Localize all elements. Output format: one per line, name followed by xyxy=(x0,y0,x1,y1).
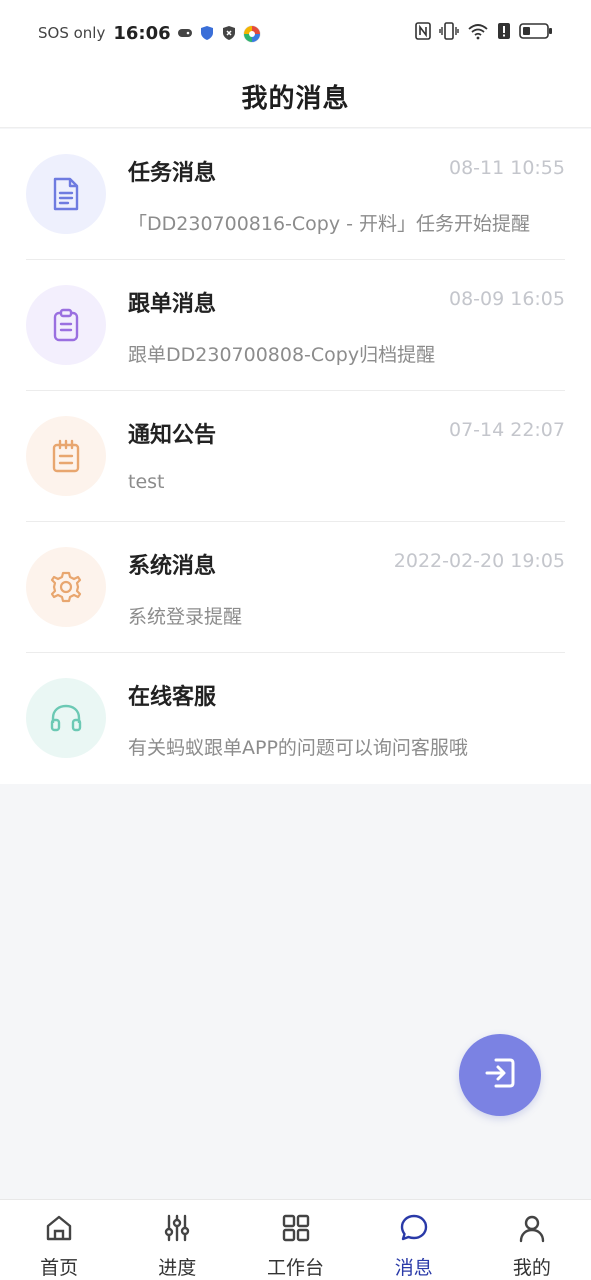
clipboard-icon xyxy=(26,285,106,365)
user-icon xyxy=(517,1213,547,1247)
battery-icon xyxy=(519,22,553,44)
message-item-announcement[interactable]: 通知公告 07-14 22:07 test xyxy=(26,391,565,522)
tab-workbench[interactable]: 工作台 xyxy=(236,1200,354,1280)
nfc-icon xyxy=(415,22,431,44)
carrier-text: SOS only xyxy=(38,24,106,42)
status-left: SOS only 16:06 xyxy=(38,22,261,44)
exit-fab-button[interactable] xyxy=(459,1034,541,1116)
sliders-icon xyxy=(162,1213,192,1247)
tab-label: 进度 xyxy=(158,1257,197,1279)
app-screen: SOS only 16:06 我的消息 任务消息 08-11 10:55 「DD… xyxy=(0,0,591,1280)
message-time: 07-14 22:07 xyxy=(448,419,565,441)
exit-icon xyxy=(482,1055,518,1095)
tab-messages[interactable]: 消息 xyxy=(355,1200,473,1280)
message-item-order-tracking[interactable]: 跟单消息 08-09 16:05 跟单DD230700808-Copy归档提醒 xyxy=(26,260,565,391)
bottom-tab-bar: 首页 进度 工作台 消息 我的 xyxy=(0,1199,591,1280)
page-header: 我的消息 xyxy=(0,66,591,128)
status-right xyxy=(415,22,553,44)
message-time: 2022-02-20 19:05 xyxy=(393,550,565,572)
tab-profile[interactable]: 我的 xyxy=(473,1200,591,1280)
alert-icon xyxy=(497,22,511,44)
clock: 16:06 xyxy=(113,22,171,44)
message-title: 跟单消息 xyxy=(128,292,217,317)
tab-label: 我的 xyxy=(512,1257,551,1279)
headset-icon xyxy=(26,678,106,758)
tab-label: 首页 xyxy=(40,1257,79,1279)
document-icon xyxy=(26,154,106,234)
message-time: 08-11 10:55 xyxy=(448,157,565,179)
vibrate-icon xyxy=(439,22,459,44)
security-badge-icon xyxy=(221,25,237,41)
message-title: 在线客服 xyxy=(128,685,217,710)
grid-icon xyxy=(281,1213,311,1247)
message-preview: 「DD230700816-Copy - 开料」任务开始提醒 xyxy=(128,213,531,235)
wifi-icon xyxy=(467,22,489,44)
message-time: 08-09 16:05 xyxy=(448,288,565,310)
message-preview: 系统登录提醒 xyxy=(128,606,243,628)
tab-label: 工作台 xyxy=(267,1257,325,1279)
gear-icon xyxy=(26,547,106,627)
shield-icon xyxy=(199,25,215,41)
tab-home[interactable]: 首页 xyxy=(0,1200,118,1280)
chat-icon xyxy=(399,1213,429,1247)
tab-progress[interactable]: 进度 xyxy=(118,1200,236,1280)
message-title: 系统消息 xyxy=(128,554,217,579)
message-item-support[interactable]: 在线客服 有关蚂蚁跟单APP的问题可以询问客服哦 xyxy=(26,653,565,784)
message-preview: 有关蚂蚁跟单APP的问题可以询问客服哦 xyxy=(128,737,468,759)
status-bar: SOS only 16:06 xyxy=(0,0,591,66)
page-title: 我的消息 xyxy=(241,84,350,114)
app-logo-icon xyxy=(243,25,261,43)
message-title: 通知公告 xyxy=(128,423,217,448)
message-item-task[interactable]: 任务消息 08-11 10:55 「DD230700816-Copy - 开料」… xyxy=(26,129,565,260)
message-title: 任务消息 xyxy=(128,161,217,186)
notepad-icon xyxy=(26,416,106,496)
tab-label: 消息 xyxy=(394,1257,433,1279)
message-list: 任务消息 08-11 10:55 「DD230700816-Copy - 开料」… xyxy=(0,129,591,784)
game-controller-icon xyxy=(177,25,193,41)
message-preview: 跟单DD230700808-Copy归档提醒 xyxy=(128,344,436,366)
message-item-system[interactable]: 系统消息 2022-02-20 19:05 系统登录提醒 xyxy=(26,522,565,653)
home-icon xyxy=(44,1213,74,1247)
message-preview: test xyxy=(128,471,165,493)
